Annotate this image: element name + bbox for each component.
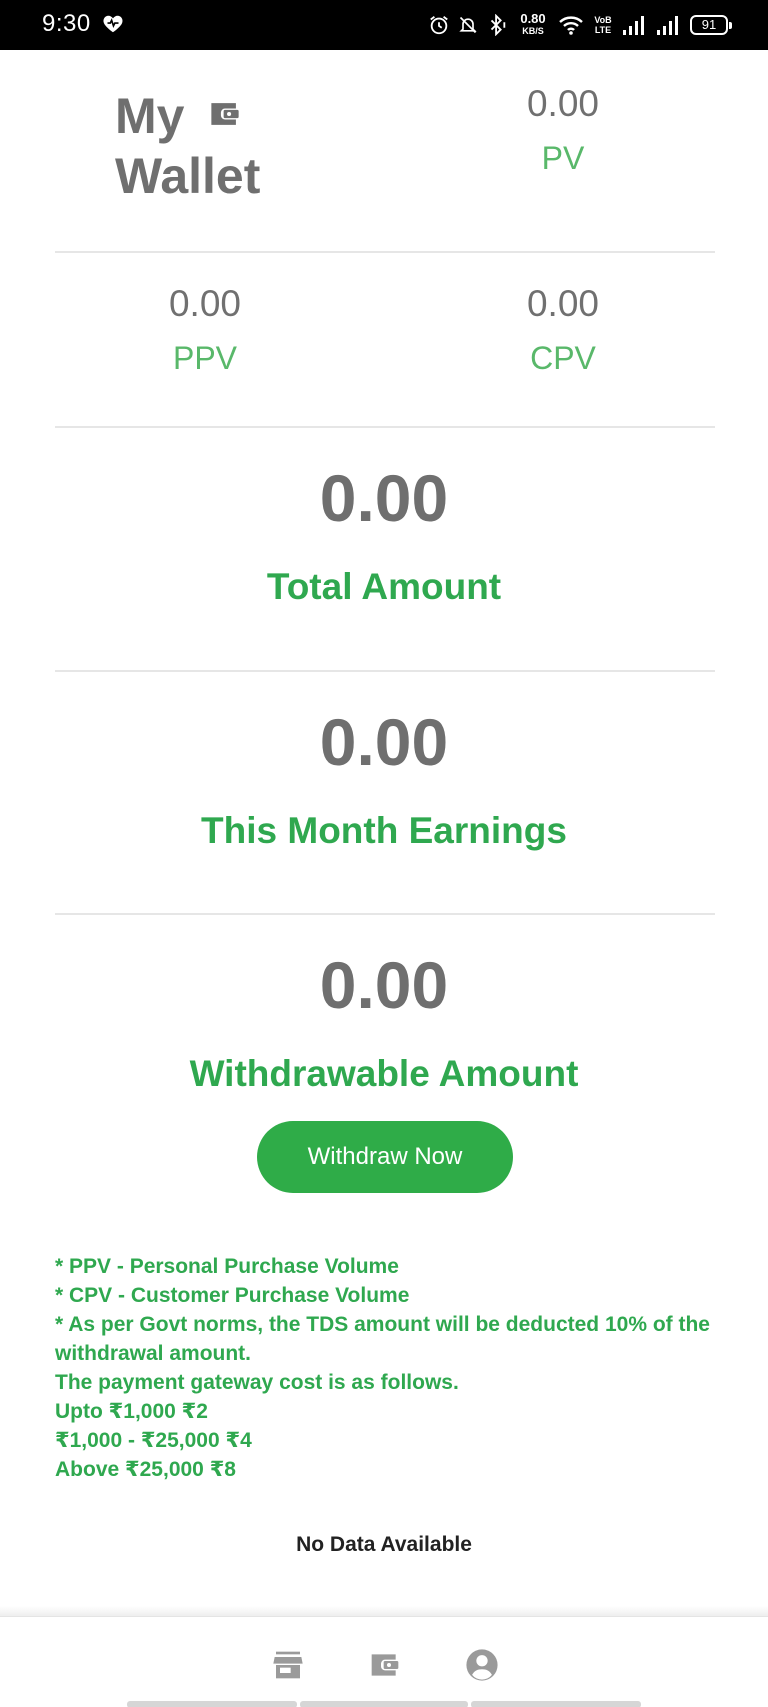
net-speed-unit: KB/S [522,26,544,36]
withdrawable-amount-block: 0.00 Withdrawable Amount [0,947,768,1097]
ppv-value: 0.00 [168,283,241,324]
pv-value: 0.00 [526,83,599,124]
volte-top: VoB [594,15,612,25]
month-earnings-block: 0.00 This Month Earnings [0,704,768,854]
account-icon [466,1649,498,1681]
wallet-icon [211,102,240,125]
divider [55,913,715,915]
title-line-2: Wallet [115,148,261,204]
total-amount-block: 0.00 Total Amount [0,460,768,610]
total-amount-value: 0.00 [319,461,449,535]
title-line-1: My [115,88,185,144]
mute-bell-icon [459,16,477,34]
net-speed-value: 0.80 [520,11,546,26]
store-icon [273,1651,303,1679]
no-data-message: No Data Available [296,1533,472,1556]
signal-icon [623,16,644,35]
note-line: * CPV - Customer Purchase Volume [55,1284,410,1307]
page-title: My Wallet [115,86,260,206]
net-speed: 0.80 KB/S [516,11,550,37]
battery-level: 91 [701,17,717,32]
nav-account[interactable] [464,1647,500,1683]
nav-indicator [127,1701,297,1707]
note-line: * As per Govt norms, the TDS amount will… [55,1313,710,1365]
volte-indicator: VoB LTE [592,15,614,35]
divider [55,426,715,428]
wallet-icon [371,1654,399,1676]
alarm-icon [430,16,448,35]
status-time: 9:30 [42,10,91,37]
cpv-label: CPV [530,340,596,376]
heart-icon [103,15,123,33]
wifi-icon [559,16,583,35]
signal-icon [657,16,678,35]
month-earnings-value: 0.00 [319,705,449,779]
status-icons: 0.80 KB/S VoB LTE 91 [428,9,732,41]
month-earnings-label: This Month Earnings [201,810,567,851]
nav-indicator [300,1701,468,1707]
bottom-nav-shadow [0,1606,768,1616]
bottom-nav [0,1616,768,1707]
nav-indicator [471,1701,641,1707]
ppv-label: PPV [172,340,238,376]
withdrawable-amount-value: 0.00 [319,948,449,1022]
bluetooth-icon [490,14,506,36]
volte-bottom: LTE [594,25,612,35]
divider [55,251,715,253]
nav-store[interactable] [270,1647,306,1683]
note-line: ₹1,000 - ₹25,000 ₹4 [55,1429,252,1452]
nav-wallet[interactable] [367,1647,403,1683]
note-line: The payment gateway cost is as follows. [55,1371,459,1394]
pv-stat: 0.00 PV [433,82,693,178]
withdrawable-amount-label: Withdrawable Amount [189,1053,579,1094]
note-line: Upto ₹1,000 ₹2 [55,1400,208,1423]
battery-icon: 91 [690,15,732,35]
withdraw-now-button[interactable]: Withdraw Now [257,1121,513,1193]
note-line: Above ₹25,000 ₹8 [55,1458,236,1481]
note-line: * PPV - Personal Purchase Volume [55,1255,399,1278]
cpv-value: 0.00 [526,283,599,324]
pv-label: PV [541,140,585,176]
ppv-stat: 0.00 PPV [75,282,335,378]
status-bar: 9:30 0.80 KB/S VoB LTE 91 [0,0,768,50]
divider [55,670,715,672]
cpv-stat: 0.00 CPV [433,282,693,378]
notes-section: * PPV - Personal Purchase Volume * CPV -… [55,1252,715,1484]
total-amount-label: Total Amount [266,566,502,607]
